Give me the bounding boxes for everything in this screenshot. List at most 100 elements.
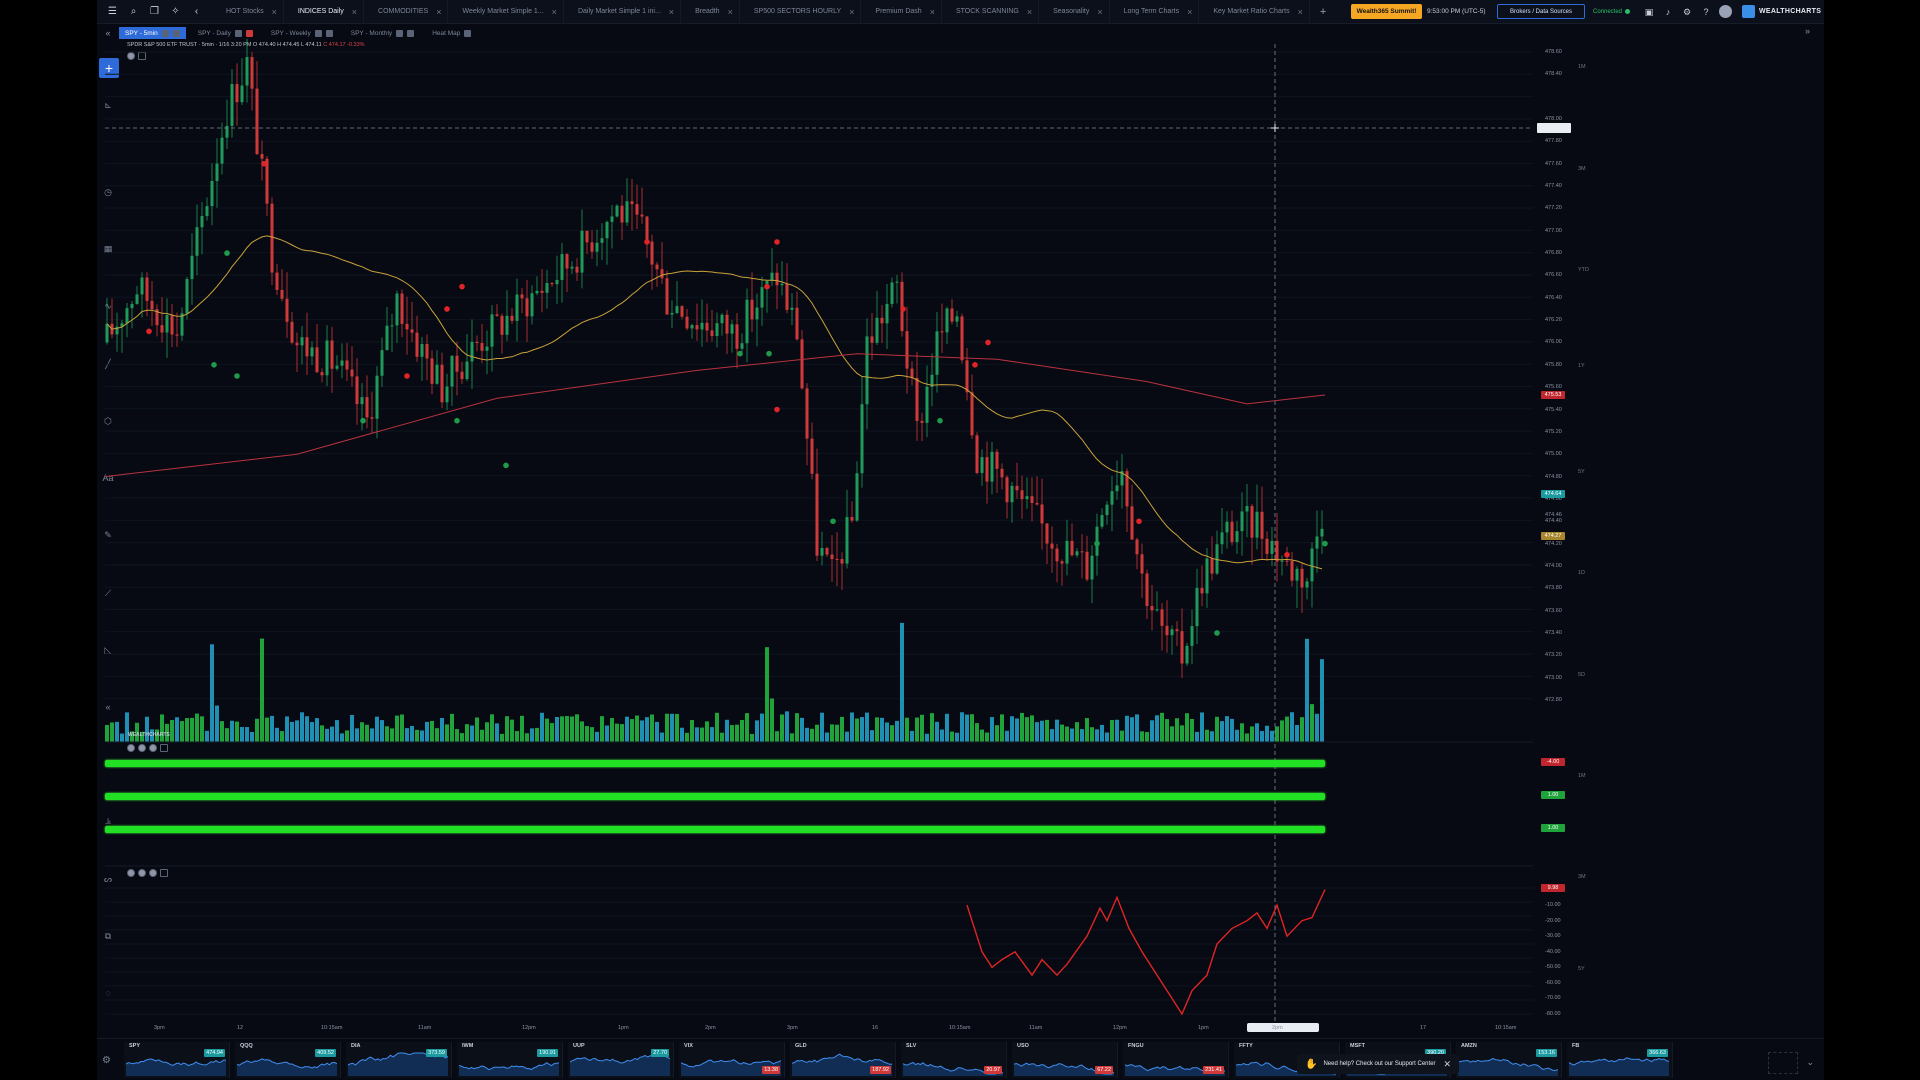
watchlist-tile[interactable]: SPY 474.94 bbox=[124, 1042, 230, 1078]
timeframe-label[interactable]: 3M bbox=[1578, 874, 1586, 880]
watchlist-gear-icon[interactable]: ⚙ bbox=[102, 1055, 111, 1066]
pane2-close-icon[interactable] bbox=[149, 744, 157, 752]
candle-body bbox=[875, 317, 879, 343]
oscillator-tag: 9.98 bbox=[1541, 884, 1565, 893]
pane2-tag: 1.00 bbox=[1541, 791, 1565, 799]
volume-bar bbox=[260, 638, 264, 742]
pane3-eye-icon[interactable] bbox=[127, 869, 135, 877]
volume-bar bbox=[370, 728, 374, 742]
candle-body bbox=[980, 457, 984, 473]
volume-bar bbox=[1245, 733, 1249, 742]
volume-bar bbox=[970, 714, 974, 742]
support-banner[interactable]: ✋ Need help? Check out our Support Cente… bbox=[1297, 1054, 1459, 1074]
candle-body bbox=[810, 438, 814, 474]
candle-body bbox=[565, 254, 569, 269]
timeframe-label[interactable]: 1Y bbox=[1578, 363, 1585, 369]
candle-body bbox=[450, 355, 454, 387]
signal-dot bbox=[454, 417, 460, 424]
candle-body bbox=[850, 517, 854, 521]
candle-body bbox=[135, 294, 139, 304]
pane3-add-icon[interactable] bbox=[160, 869, 168, 877]
time-tick: 12pm bbox=[522, 1025, 536, 1031]
pane2-add-icon[interactable] bbox=[160, 744, 168, 752]
volume-bar bbox=[580, 721, 584, 742]
candle-body bbox=[200, 216, 204, 228]
volume-bar bbox=[295, 720, 299, 742]
volume-bar bbox=[395, 715, 399, 742]
volume-bar bbox=[345, 730, 349, 742]
volume-bar bbox=[525, 733, 529, 742]
volume-bar bbox=[675, 713, 679, 742]
candle-body bbox=[1080, 551, 1084, 553]
volume-bar bbox=[680, 727, 684, 742]
watchlist-tile[interactable]: AMZN 153.16 bbox=[1456, 1042, 1562, 1078]
volume-bar bbox=[950, 731, 954, 742]
candle-body bbox=[920, 420, 924, 423]
time-axis[interactable]: 3pm 12 10:15am 11am 12pm 1pm 2pm 3pm 16 10:15am 11… bbox=[97, 1022, 1533, 1034]
watchlist-tile[interactable]: QQQ 409.52 bbox=[235, 1042, 341, 1078]
candle-body bbox=[545, 283, 549, 293]
volume-bar bbox=[1120, 730, 1124, 742]
pane3-gear-icon[interactable] bbox=[138, 869, 146, 877]
volume-bar bbox=[1140, 731, 1144, 742]
volume-bar bbox=[410, 725, 414, 742]
pane2-gear-icon[interactable] bbox=[138, 744, 146, 752]
watchlist-tile[interactable]: GLD 187.92 bbox=[790, 1042, 896, 1078]
candle-body bbox=[1110, 491, 1114, 505]
watchlist-tile[interactable]: UUP 27.70 bbox=[568, 1042, 674, 1078]
candle-body bbox=[720, 314, 724, 324]
timeframe-label[interactable]: 1M bbox=[1578, 773, 1586, 779]
volume-bar bbox=[375, 716, 379, 742]
price-axis[interactable]: 478.60 478.40 478.00 477.80 477.60 477.40 477.… bbox=[1533, 42, 1573, 1022]
watchlist-tile[interactable]: FB 366.63 bbox=[1567, 1042, 1673, 1078]
candle-body bbox=[430, 358, 434, 384]
volume-bar bbox=[445, 724, 449, 742]
volume-bar bbox=[980, 729, 984, 742]
time-tick: 1pm bbox=[1198, 1025, 1209, 1031]
volume-bar bbox=[1285, 716, 1289, 742]
price-tick: 475.40 bbox=[1545, 406, 1562, 413]
volume-bar bbox=[1175, 718, 1179, 742]
candle-body bbox=[1075, 551, 1079, 556]
candle-body bbox=[460, 371, 464, 380]
volume-bar bbox=[320, 725, 324, 742]
watchlist-add-slot[interactable] bbox=[1768, 1052, 1798, 1074]
timeframe-label[interactable]: 5Y bbox=[1578, 469, 1585, 475]
candle-body bbox=[1250, 506, 1254, 538]
signal-dot bbox=[211, 362, 217, 368]
watchlist-tile[interactable]: VIX 13.38 bbox=[679, 1042, 785, 1078]
candle-body bbox=[915, 377, 919, 421]
candle-body bbox=[550, 283, 554, 285]
volume-bar bbox=[800, 717, 804, 742]
timeframe-label[interactable]: 5D bbox=[1578, 672, 1585, 678]
close-icon[interactable]: ✕ bbox=[1443, 1059, 1451, 1070]
timeframe-label[interactable]: 1D bbox=[1578, 570, 1585, 576]
expand-icon[interactable]: ⌄ bbox=[1806, 1057, 1814, 1068]
timeframe-label[interactable]: 5Y bbox=[1578, 966, 1585, 972]
candle-body bbox=[350, 369, 354, 377]
watchlist-tile[interactable]: DIA 373.59 bbox=[346, 1042, 452, 1078]
pane3-close-icon[interactable] bbox=[149, 869, 157, 877]
candle-body bbox=[760, 287, 764, 308]
watchlist-tile[interactable]: FNGU 231.41 bbox=[1123, 1042, 1229, 1078]
volume-bar bbox=[485, 722, 489, 742]
candle-body bbox=[950, 308, 954, 322]
volume-bar bbox=[480, 729, 484, 742]
timeframe-label[interactable]: YTD bbox=[1578, 267, 1589, 273]
candle-body bbox=[640, 214, 644, 217]
candle-body bbox=[510, 315, 514, 321]
timeframe-label[interactable]: 3M bbox=[1578, 166, 1586, 172]
candle-body bbox=[185, 279, 189, 314]
sparkline-area bbox=[237, 1058, 337, 1076]
watchlist-tile[interactable]: SLV 20.97 bbox=[901, 1042, 1007, 1078]
volume-bar bbox=[530, 728, 534, 742]
pane2-eye-icon[interactable] bbox=[127, 744, 135, 752]
watchlist-tile[interactable]: USO 67.22 bbox=[1012, 1042, 1118, 1078]
volume-bar bbox=[860, 717, 864, 742]
timeframe-label[interactable]: 1M bbox=[1578, 64, 1586, 70]
time-axis-selector[interactable] bbox=[1247, 1023, 1319, 1032]
price-tick: 474.40 bbox=[1545, 518, 1562, 525]
price-tick: 473.00 bbox=[1545, 674, 1562, 681]
volume-bar bbox=[490, 714, 494, 742]
watchlist-tile[interactable]: IWM 190.91 bbox=[457, 1042, 563, 1078]
